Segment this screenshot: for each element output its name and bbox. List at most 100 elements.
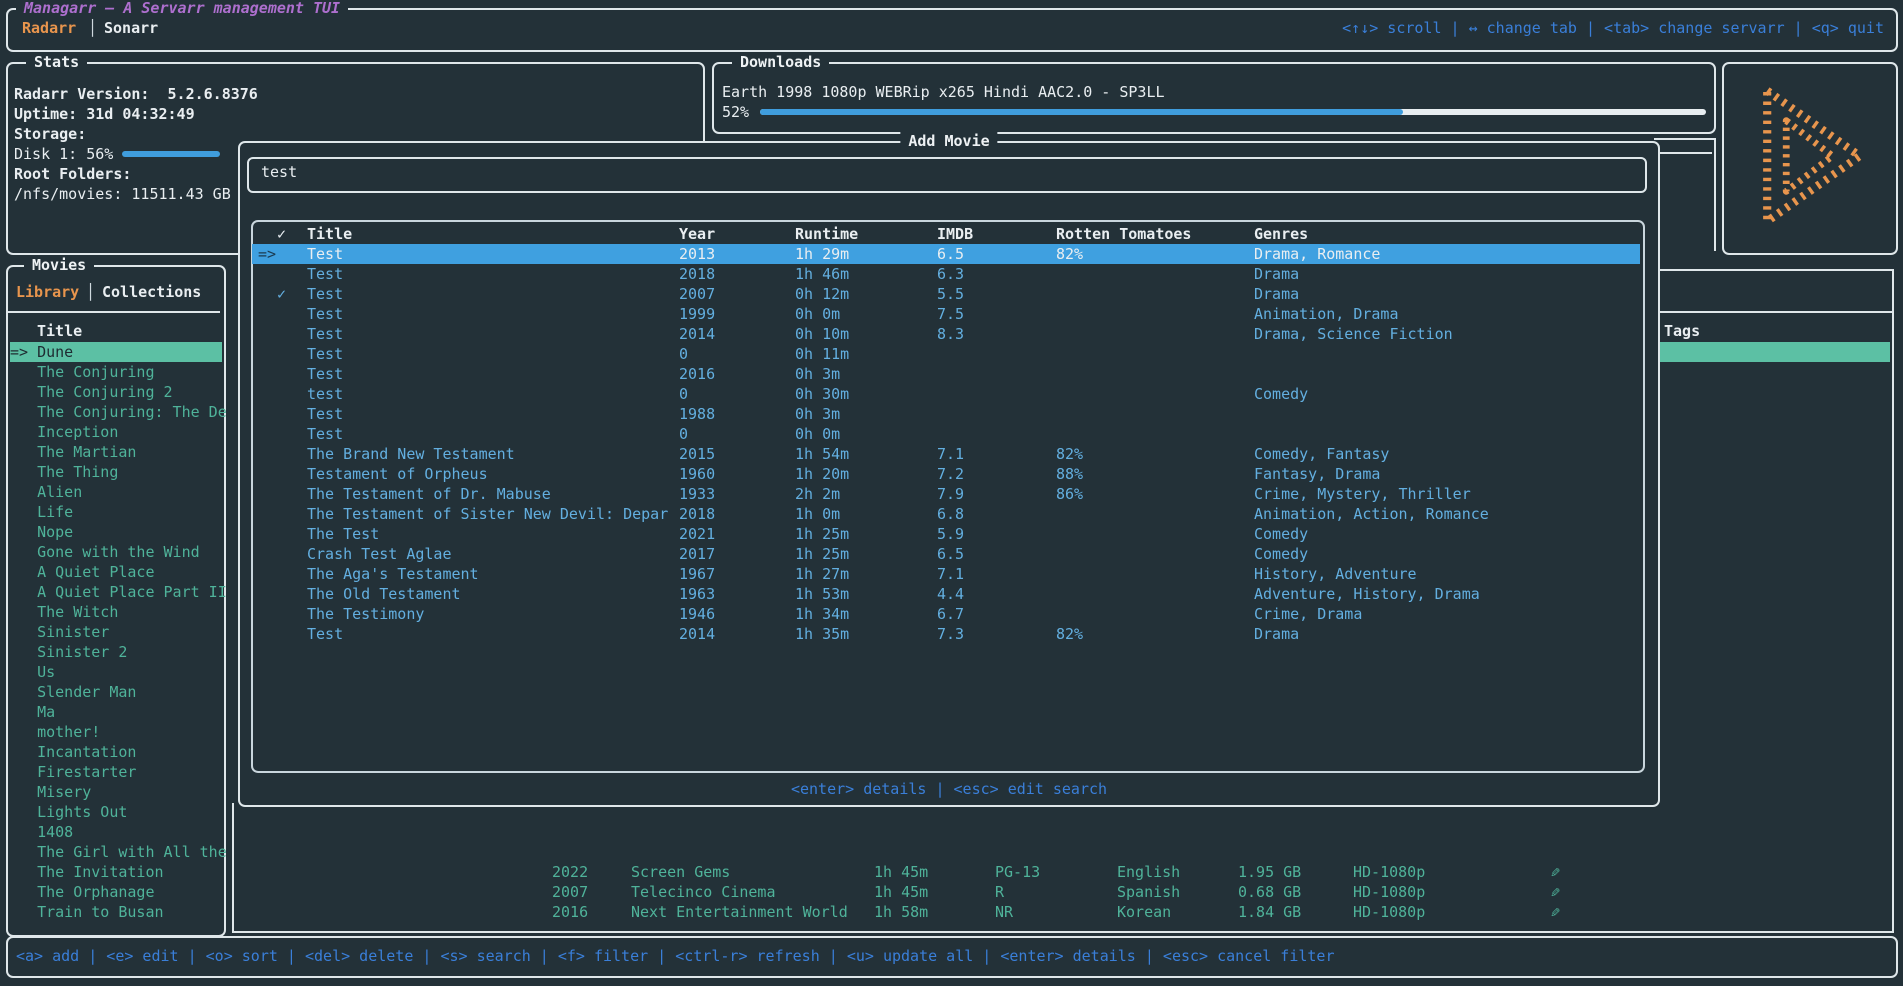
library-item[interactable]: => Dune — [10, 342, 222, 362]
result-row[interactable]: Test20181h 46m6.3Drama — [252, 264, 1640, 284]
library-item[interactable]: Sinister 2 — [10, 642, 222, 662]
library-item[interactable]: Incantation — [10, 742, 222, 762]
movie-table-row[interactable]: 2007Telecinco Cinema1h 45mRSpanish0.68 G… — [0, 882, 1903, 902]
tab-sonarr[interactable]: Sonarr — [104, 18, 158, 38]
result-row[interactable]: ✓Test20070h 12m5.5Drama — [252, 284, 1640, 304]
result-row[interactable]: Test20160h 3m — [252, 364, 1640, 384]
result-row[interactable]: Testament of Orpheus19601h 20m7.288%Fant… — [252, 464, 1640, 484]
library-item[interactable]: The Orphanage — [10, 882, 222, 902]
result-row[interactable]: The Testament of Sister New Devil: Depar… — [252, 504, 1640, 524]
result-runtime: 0h 3m — [795, 364, 840, 384]
result-runtime: 0h 11m — [795, 344, 849, 364]
result-genres: Comedy — [1254, 544, 1308, 564]
result-row[interactable]: Crash Test Aglae20171h 25m6.5Comedy — [252, 544, 1640, 564]
main-table-right-border — [1892, 269, 1894, 933]
result-genres: Drama — [1254, 624, 1299, 644]
library-item[interactable]: Firestarter — [10, 762, 222, 782]
result-title: Test — [307, 284, 343, 304]
result-year: 0 — [679, 344, 688, 364]
result-row[interactable]: Test20141h 35m7.382%Drama — [252, 624, 1640, 644]
library-item[interactable]: A Quiet Place — [10, 562, 222, 582]
downloads-panel-title: Downloads — [732, 52, 829, 72]
result-genres: Drama, Romance — [1254, 244, 1380, 264]
add-movie-modal: Add Movie ✓ Title Year Runtime IMDB Rott… — [238, 141, 1660, 807]
result-title: Test — [307, 404, 343, 424]
result-title: The Testament of Dr. Mabuse — [307, 484, 551, 504]
result-row[interactable]: The Testimony19461h 34m6.7Crime, Drama — [252, 604, 1640, 624]
result-imdb: 7.3 — [937, 624, 964, 644]
library-item[interactable]: Life — [10, 502, 222, 522]
library-item[interactable]: The Thing — [10, 462, 222, 482]
library-item[interactable]: Slender Man — [10, 682, 222, 702]
col-genres: Genres — [1254, 224, 1308, 244]
movie-table-row[interactable]: 2022Screen Gems1h 45mPG-13English1.95 GB… — [0, 862, 1903, 882]
result-row[interactable]: The Testament of Dr. Mabuse19332h 2m7.98… — [252, 484, 1640, 504]
library-item[interactable]: Misery — [10, 782, 222, 802]
library-item[interactable]: The Conjuring — [10, 362, 222, 382]
result-runtime: 1h 0m — [795, 504, 840, 524]
tab-collections[interactable]: Collections — [102, 282, 201, 302]
library-item[interactable]: Alien — [10, 482, 222, 502]
library-item[interactable]: The Martian — [10, 442, 222, 462]
result-genres: Comedy — [1254, 524, 1308, 544]
result-row[interactable]: Test19880h 3m — [252, 404, 1640, 424]
tags-selected-row[interactable] — [1656, 342, 1890, 362]
result-row[interactable]: test00h 30mComedy — [252, 384, 1640, 404]
managarr-app: Managarr – A Servarr management TUI Rada… — [0, 0, 1903, 986]
tags-fragment-separator — [1656, 311, 1892, 313]
library-item[interactable]: 1408 — [10, 822, 222, 842]
col-runtime: Runtime — [795, 224, 858, 244]
movie-studio: Screen Gems — [631, 862, 730, 882]
library-item[interactable]: Nope — [10, 522, 222, 542]
result-year: 2007 — [679, 284, 715, 304]
result-row[interactable]: Test00h 0m — [252, 424, 1640, 444]
result-row[interactable]: The Brand New Testament20151h 54m7.182%C… — [252, 444, 1640, 464]
stats-panel-title: Stats — [26, 52, 87, 72]
header-keybind-hints: <↑↓> scroll | ↔ change tab | <tab> chang… — [1342, 18, 1884, 38]
library-item[interactable]: The Conjuring: The De — [10, 402, 222, 422]
tab-library[interactable]: Library — [16, 282, 79, 302]
library-item[interactable]: mother! — [10, 722, 222, 742]
result-row[interactable]: =>Test20131h 29m6.582%Drama, Romance — [252, 244, 1640, 264]
library-item[interactable]: Sinister — [10, 622, 222, 642]
library-item[interactable]: Us — [10, 662, 222, 682]
result-row[interactable]: Test00h 11m — [252, 344, 1640, 364]
result-imdb: 5.5 — [937, 284, 964, 304]
download-item-name[interactable]: Earth 1998 1080p WEBRip x265 Hindi AAC2.… — [722, 82, 1165, 102]
library-item[interactable]: A Quiet Place Part II — [10, 582, 222, 602]
movie-search-input[interactable] — [259, 162, 1589, 182]
tab-radarr[interactable]: Radarr — [22, 18, 76, 38]
disk-usage-bar — [122, 151, 220, 157]
result-row[interactable]: Test20140h 10m8.3Drama, Science Fiction — [252, 324, 1640, 344]
movie-size: 1.84 GB — [1238, 902, 1301, 922]
stats-rootfolders-label: Root Folders: — [14, 164, 131, 184]
movie-language: English — [1117, 862, 1180, 882]
result-year: 2017 — [679, 544, 715, 564]
result-runtime: 0h 0m — [795, 304, 840, 324]
library-item[interactable]: Train to Busan — [10, 902, 222, 922]
library-item[interactable]: The Girl with All the — [10, 842, 222, 862]
result-row[interactable]: The Test20211h 25m5.9Comedy — [252, 524, 1640, 544]
library-item[interactable]: Lights Out — [10, 802, 222, 822]
library-item[interactable]: The Witch — [10, 602, 222, 622]
stats-version: Radarr Version: 5.2.6.8376 — [14, 84, 258, 104]
result-row[interactable]: Test19990h 0m7.5Animation, Drama — [252, 304, 1640, 324]
bg-table-right-border-upper — [1714, 138, 1716, 251]
stats-rootfolder-value: /nfs/movies: 11511.43 GB — [14, 184, 231, 204]
app-title: Managarr – A Servarr management TUI — [16, 0, 348, 18]
col-title: Title — [307, 224, 352, 244]
library-item[interactable]: The Conjuring 2 — [10, 382, 222, 402]
library-item[interactable]: The Invitation — [10, 862, 222, 882]
stats-uptime: Uptime: 31d 04:32:49 — [14, 104, 195, 124]
bg-table-top-border — [1654, 138, 1716, 140]
stats-storage-label: Storage: — [14, 124, 86, 144]
library-item[interactable]: Ma — [10, 702, 222, 722]
result-title: Test — [307, 364, 343, 384]
result-year: 1988 — [679, 404, 715, 424]
result-row[interactable]: The Old Testament19631h 53m4.4Adventure,… — [252, 584, 1640, 604]
result-imdb: 4.4 — [937, 584, 964, 604]
library-item[interactable]: Gone with the Wind — [10, 542, 222, 562]
result-row[interactable]: The Aga's Testament19671h 27m7.1History,… — [252, 564, 1640, 584]
movie-table-row[interactable]: 2016Next Entertainment World1h 58mNRKore… — [0, 902, 1903, 922]
library-item[interactable]: Inception — [10, 422, 222, 442]
